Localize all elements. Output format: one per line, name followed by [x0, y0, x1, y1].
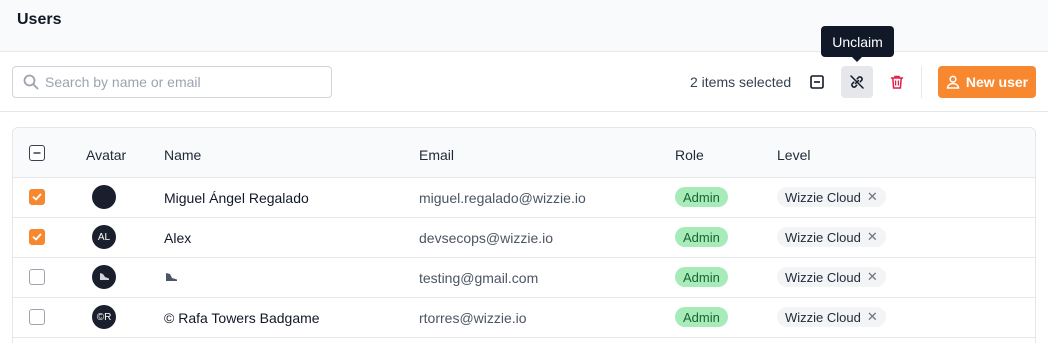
indeterminate-icon	[33, 152, 41, 154]
search-input[interactable]	[45, 67, 325, 97]
shoe-icon	[166, 273, 177, 281]
deselect-all-button[interactable]	[801, 66, 833, 98]
table-header: Avatar Name Email Role Level	[13, 128, 1035, 178]
minus-square-icon	[810, 75, 824, 89]
check-icon	[32, 193, 42, 201]
user-name: Alex	[164, 230, 192, 246]
shoe-icon	[100, 273, 109, 280]
select-all-checkbox[interactable]	[29, 145, 45, 161]
user-name	[164, 270, 178, 287]
check-icon	[32, 233, 42, 241]
tooltip-arrow	[851, 56, 863, 62]
level-label: Wizzie Cloud	[785, 269, 861, 285]
toolbar-divider	[921, 66, 922, 98]
role-badge: Admin	[675, 227, 728, 247]
remove-level-icon[interactable]: ✕	[867, 229, 878, 245]
role-badge: Admin	[675, 267, 728, 287]
table-row[interactable]: ©R © Rafa Towers Badgame rtorres@wizzie.…	[13, 298, 1035, 338]
table-row[interactable]: testing@gmail.com Admin Wizzie Cloud ✕	[13, 258, 1035, 298]
new-user-button[interactable]: New user	[938, 66, 1036, 98]
unclaim-button[interactable]	[841, 66, 873, 98]
unclaim-tooltip: Unclaim	[821, 26, 894, 62]
selection-count: 2 items selected	[690, 74, 792, 90]
table-row[interactable]: Miguel Ángel Regalado miguel.regalado@wi…	[13, 178, 1035, 218]
level-label: Wizzie Cloud	[785, 229, 861, 245]
row-checkbox[interactable]	[29, 309, 45, 325]
user-email: miguel.regalado@wizzie.io	[419, 190, 586, 206]
level-chip: Wizzie Cloud ✕	[777, 187, 886, 207]
level-label: Wizzie Cloud	[785, 189, 861, 205]
column-header-role: Role	[675, 147, 704, 163]
page-title: Users	[17, 11, 62, 28]
user-email: devsecops@wizzie.io	[419, 230, 554, 246]
user-icon	[946, 75, 960, 89]
avatar	[92, 185, 116, 209]
level-chip: Wizzie Cloud ✕	[777, 267, 886, 287]
user-name: © Rafa Towers Badgame	[164, 310, 320, 326]
row-checkbox[interactable]	[29, 189, 45, 205]
trash-icon	[890, 75, 904, 89]
level-chip: Wizzie Cloud ✕	[777, 227, 886, 247]
column-header-avatar: Avatar	[86, 147, 127, 163]
unlink-icon	[850, 75, 864, 89]
user-email: testing@gmail.com	[419, 270, 539, 286]
avatar: ©R	[92, 305, 116, 329]
table-row[interactable]: AL Alex devsecops@wizzie.io Admin Wizzie…	[13, 218, 1035, 258]
remove-level-icon[interactable]: ✕	[867, 269, 878, 285]
users-table: Avatar Name Email Role Level Miguel Ánge…	[12, 127, 1036, 343]
role-badge: Admin	[675, 307, 728, 327]
remove-level-icon[interactable]: ✕	[867, 309, 878, 325]
level-chip: Wizzie Cloud ✕	[777, 307, 886, 327]
search-box[interactable]	[12, 66, 332, 98]
toolbar: 2 items selected New user	[0, 52, 1048, 112]
new-user-label: New user	[965, 74, 1029, 90]
tooltip-text: Unclaim	[832, 33, 883, 50]
column-header-email: Email	[419, 147, 455, 163]
column-header-level: Level	[777, 147, 811, 163]
avatar: AL	[92, 225, 116, 249]
level-label: Wizzie Cloud	[785, 309, 861, 325]
delete-button[interactable]	[881, 66, 913, 98]
column-header-name: Name	[164, 147, 202, 163]
role-badge: Admin	[675, 187, 728, 207]
row-checkbox[interactable]	[29, 269, 45, 285]
user-email: rtorres@wizzie.io	[419, 310, 527, 326]
search-icon	[23, 74, 39, 90]
avatar	[92, 265, 116, 289]
row-checkbox[interactable]	[29, 229, 45, 245]
user-name: Miguel Ángel Regalado	[164, 190, 309, 206]
remove-level-icon[interactable]: ✕	[867, 189, 878, 205]
